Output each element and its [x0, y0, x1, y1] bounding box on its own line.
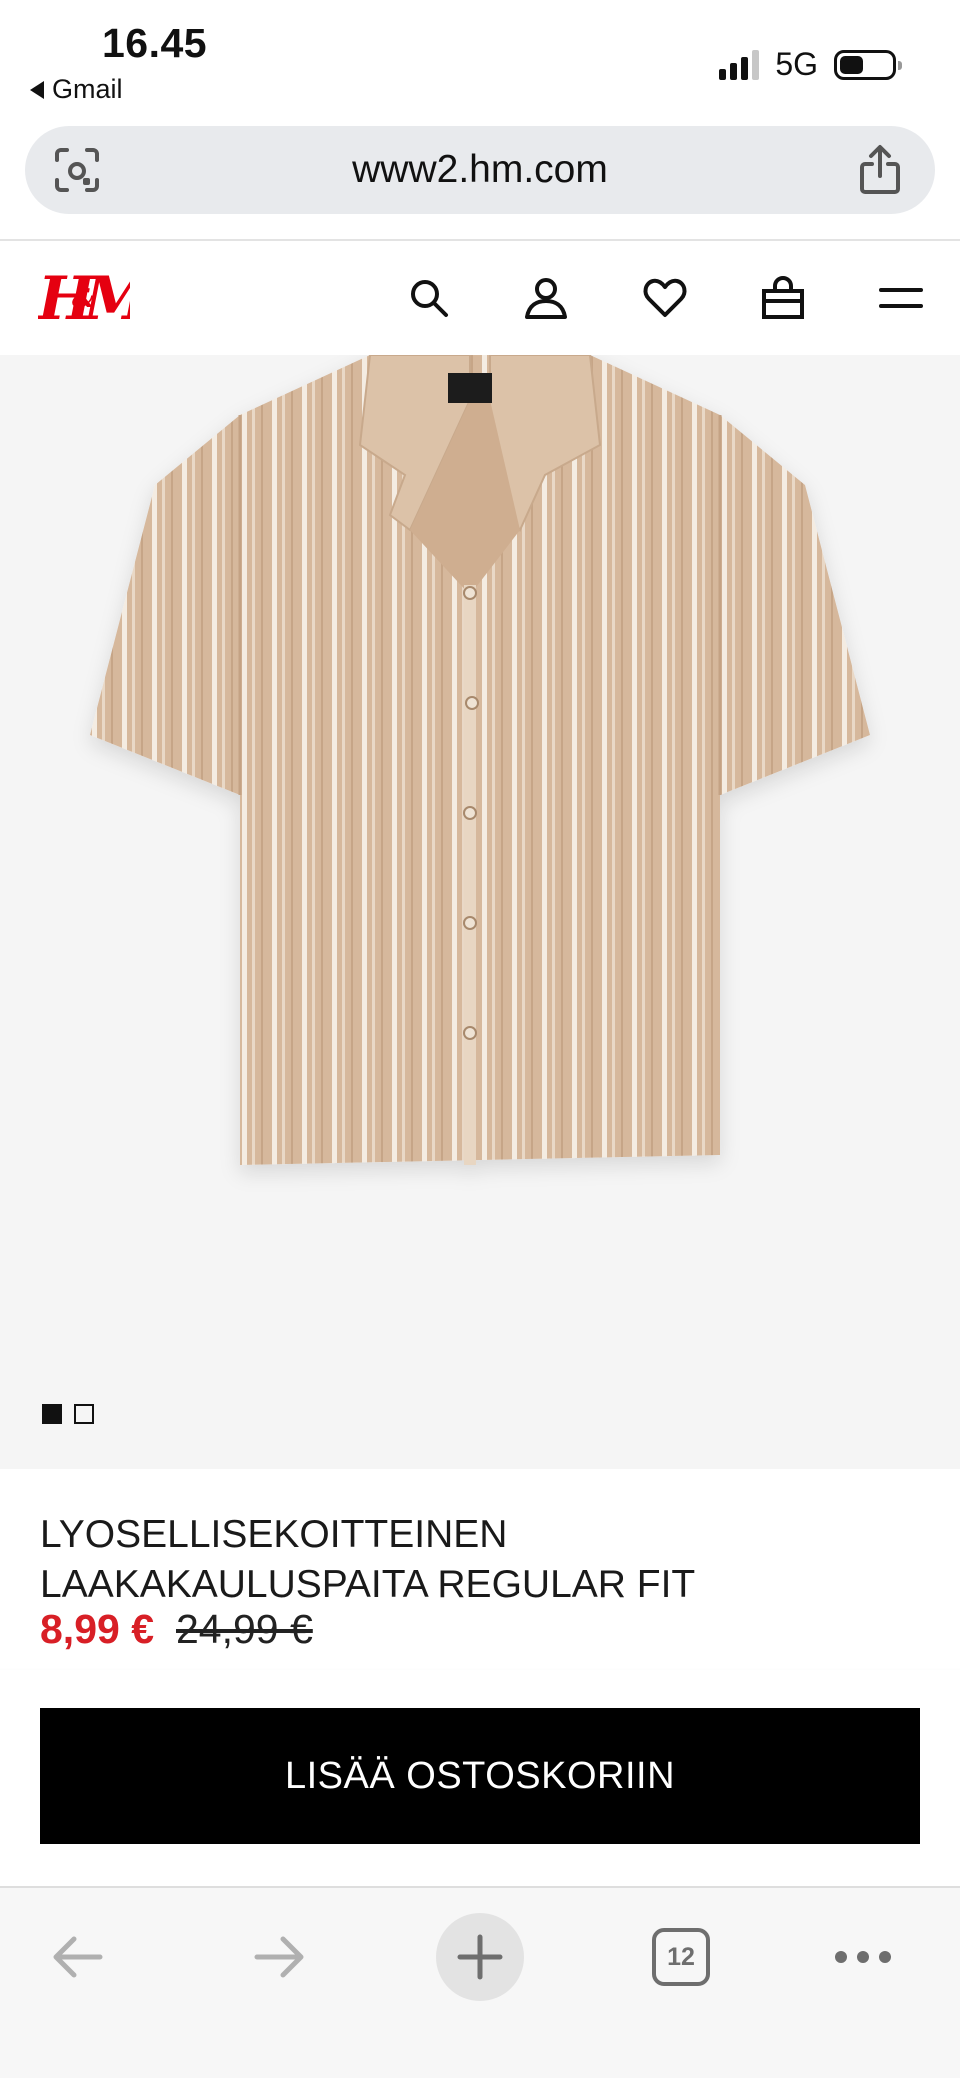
back-to-app-link[interactable]: Gmail — [30, 74, 123, 105]
heart-icon[interactable] — [642, 275, 688, 321]
signal-bar — [730, 62, 738, 80]
new-tab-icon — [457, 1934, 503, 1980]
share-icon[interactable] — [857, 144, 903, 196]
product-name-line1: LYOSELLISEKOITTEINEN — [40, 1513, 508, 1556]
signal-bar — [719, 68, 727, 80]
battery-icon — [834, 49, 902, 80]
price-row: 8,99 € 24,99 € — [40, 1606, 313, 1653]
product-image-gallery[interactable] — [0, 355, 960, 1469]
status-time: 16.45 — [102, 20, 208, 66]
status-indicators: 5G — [719, 46, 902, 83]
network-label: 5G — [775, 46, 818, 82]
more-button[interactable] — [818, 1912, 908, 2002]
forward-button[interactable] — [234, 1912, 324, 2002]
status-bar: 16.45 Gmail 5G — [0, 0, 960, 118]
original-price: 24,99 € — [176, 1606, 313, 1652]
browser-toolbar: 12 — [0, 1886, 960, 2078]
url-bar[interactable]: www2.hm.com — [25, 126, 935, 214]
signal-bar — [752, 49, 760, 80]
gallery-indicator — [42, 1404, 94, 1424]
signal-bar — [741, 56, 749, 80]
site-header: H & M — [0, 241, 960, 355]
cta-area: LISÄÄ OSTOSKORIIN — [0, 1670, 960, 1886]
tabs-icon: 12 — [652, 1928, 710, 1986]
more-icon — [835, 1951, 891, 1963]
account-icon[interactable] — [523, 275, 569, 321]
bag-icon[interactable] — [760, 275, 806, 321]
sale-price: 8,99 € — [40, 1606, 154, 1652]
forward-arrow-icon — [254, 1936, 304, 1978]
gallery-dot[interactable] — [74, 1404, 94, 1424]
search-icon[interactable] — [406, 275, 452, 321]
new-tab-circle — [436, 1913, 524, 2001]
product-name: LYOSELLISEKOITTEINEN LAAKAKAULUSPAITA RE… — [40, 1510, 900, 1610]
url-text[interactable]: www2.hm.com — [25, 148, 935, 192]
back-button[interactable] — [33, 1912, 123, 2002]
signal-icon — [719, 49, 760, 80]
new-tab-button[interactable] — [435, 1912, 525, 2002]
gallery-dot[interactable] — [42, 1404, 62, 1424]
back-app-label: Gmail — [52, 74, 123, 104]
add-to-cart-button[interactable]: LISÄÄ OSTOSKORIIN — [40, 1708, 920, 1844]
product-name-line2: LAAKAKAULUSPAITA REGULAR FIT — [40, 1563, 696, 1606]
back-triangle-icon — [30, 80, 44, 99]
battery-level — [840, 55, 863, 74]
tabs-button[interactable]: 12 — [636, 1912, 726, 2002]
hm-logo[interactable]: H & M — [38, 263, 130, 329]
back-arrow-icon — [53, 1936, 103, 1978]
svg-text:M: M — [82, 264, 130, 329]
menu-icon[interactable] — [878, 275, 924, 321]
shirt-image — [90, 355, 870, 1165]
